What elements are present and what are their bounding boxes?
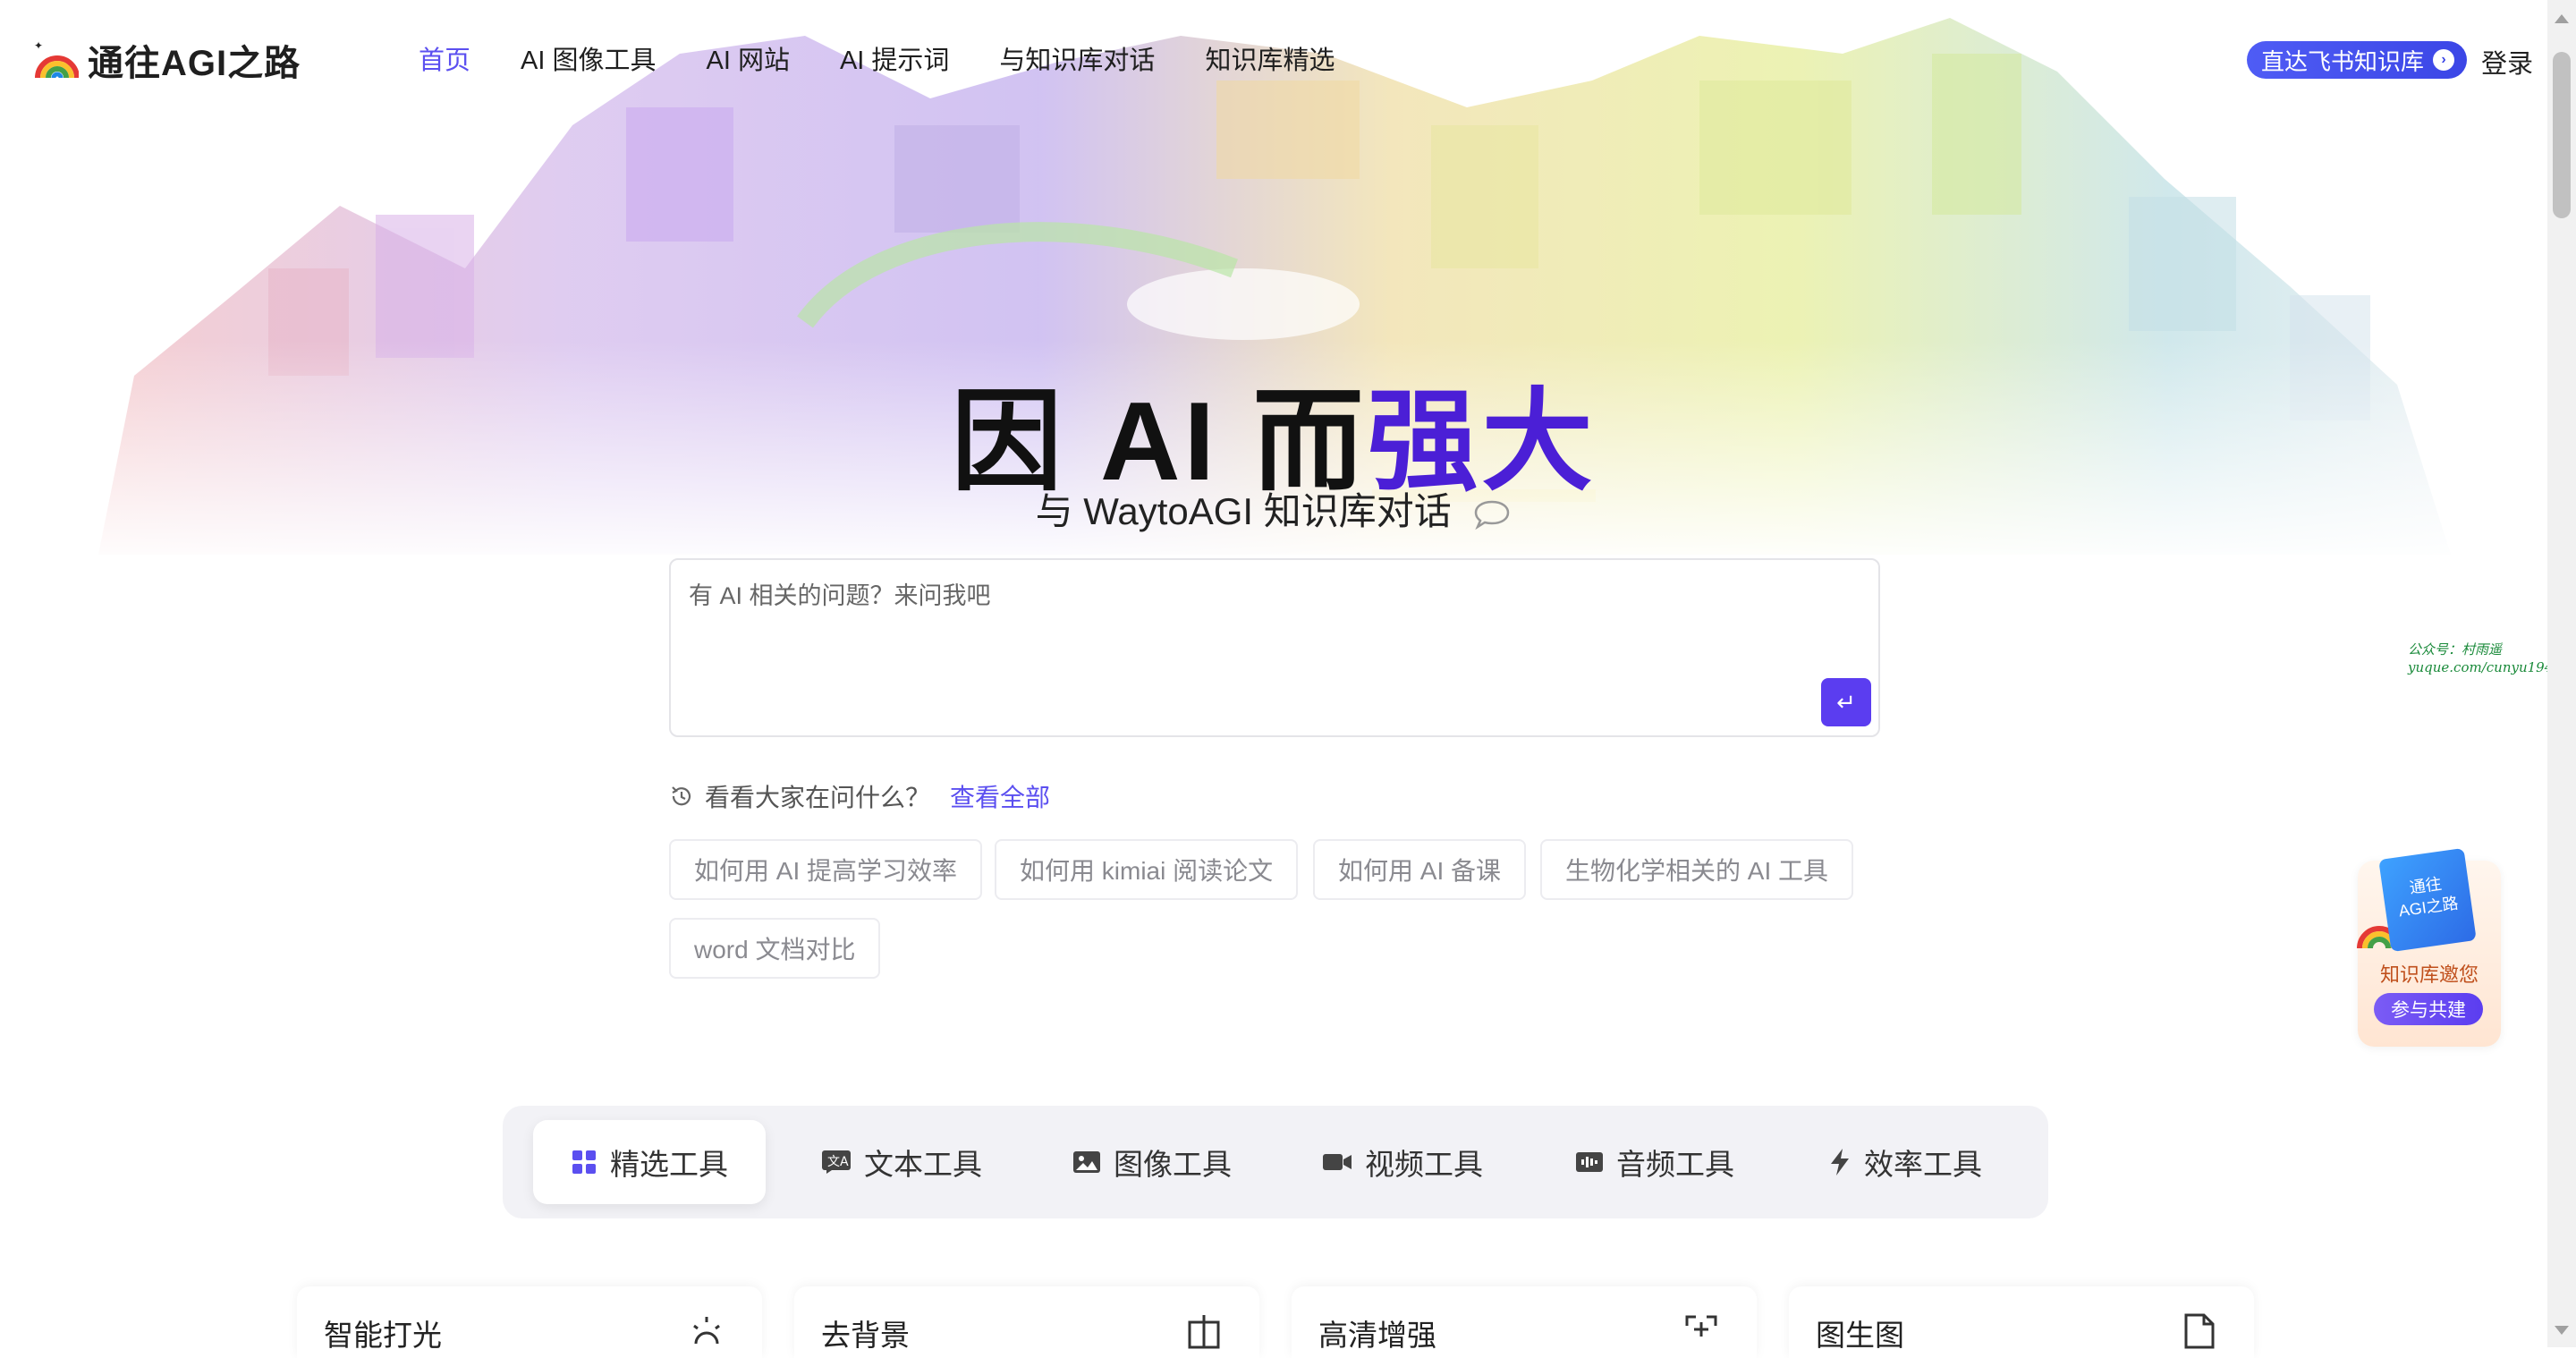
remove-bg-icon: [1188, 1315, 1220, 1349]
recent-label: 看看大家在问什么？: [705, 784, 931, 811]
tab-image-tools[interactable]: 图像工具: [1036, 1120, 1268, 1204]
scrollbar-thumb[interactable]: [2553, 52, 2571, 218]
nav-knowledge-picks[interactable]: 知识库精选: [1205, 39, 1335, 77]
see-all-link[interactable]: 查看全部: [950, 778, 1050, 814]
feishu-knowledge-button[interactable]: 直达飞书知识库 ›: [2247, 41, 2468, 79]
nav-ai-image-tools[interactable]: AI 图像工具: [521, 39, 656, 77]
rainbow-logo-icon: ✦: [34, 39, 79, 79]
tool-card-hd-enhance[interactable]: 高清增强: [1292, 1286, 1757, 1358]
recent-questions-row: 看看大家在问什么？ 查看全部: [669, 778, 1050, 814]
watermark: 公众号：村雨遥 yuque.com/cunyu1943: [2408, 641, 2562, 676]
send-button[interactable]: ↵: [1821, 678, 1871, 726]
tool-category-tabs: 精选工具 文A 文本工具 图像工具 视频工具 音频工具 效率工具: [503, 1106, 2048, 1218]
watermark-line: yuque.com/cunyu1943: [2408, 659, 2562, 675]
tab-label: 图像工具: [1114, 1148, 1232, 1181]
logo-text: 通往AGI之路: [88, 44, 301, 83]
tab-featured-tools[interactable]: 精选工具: [533, 1120, 766, 1204]
feishu-button-label: 直达飞书知识库: [2261, 47, 2425, 75]
suggested-question-chip[interactable]: 如何用 kimiai 阅读论文: [995, 839, 1299, 900]
nav-ai-prompts[interactable]: AI 提示词: [840, 39, 949, 77]
image-to-image-icon: [2184, 1313, 2215, 1349]
watermark-line: 公众号：村雨遥: [2408, 641, 2503, 658]
invite-contribute-widget[interactable]: 通往 AGI之路 知识库邀您 参与共建: [2357, 847, 2501, 1047]
suggested-question-chip[interactable]: word 文档对比: [669, 918, 881, 979]
question-box: ↵: [669, 558, 1880, 737]
suggested-question-chip[interactable]: 如何用 AI 备课: [1313, 839, 1527, 900]
light-icon: [693, 1317, 720, 1345]
hero-subtitle: 与 WaytoAGI 知识库对话: [0, 481, 2547, 536]
lightning-icon: [1831, 1149, 1849, 1176]
main-nav: 首页 AI 图像工具 AI 网站 AI 提示词 与知识库对话 知识库精选: [419, 39, 1385, 77]
svg-text:文A: 文A: [827, 1155, 849, 1169]
svg-text:✦: ✦: [34, 39, 43, 52]
suggested-question-chip[interactable]: 生物化学相关的 AI 工具: [1540, 839, 1854, 900]
tab-efficiency-tools[interactable]: 效率工具: [1789, 1120, 2021, 1204]
chat-bubble-icon: [1475, 500, 1510, 530]
tab-label: 音频工具: [1616, 1148, 1734, 1181]
invite-text: 知识库邀您: [2379, 963, 2479, 986]
site-logo[interactable]: ✦ 通往AGI之路: [32, 34, 301, 86]
suggested-question-chip[interactable]: 如何用 AI 提高学习效率: [669, 839, 983, 900]
book-icon: 通往 AGI之路: [2378, 847, 2477, 953]
card-title: 智能打光: [324, 1319, 442, 1352]
question-input[interactable]: [671, 560, 1878, 735]
tab-label: 视频工具: [1365, 1148, 1483, 1181]
scroll-up-icon[interactable]: [2555, 14, 2569, 23]
enter-icon: ↵: [1836, 688, 1856, 716]
book-text: 通往 AGI之路: [2397, 874, 2460, 921]
enhance-icon: [1685, 1315, 1717, 1337]
tab-label: 精选工具: [610, 1148, 728, 1181]
tab-audio-tools[interactable]: 音频工具: [1538, 1120, 1771, 1204]
nav-home[interactable]: 首页: [419, 39, 470, 77]
card-title: 高清增强: [1318, 1319, 1436, 1352]
tab-text-tools[interactable]: 文A 文本工具: [785, 1120, 1018, 1204]
hero-subtitle-text: 与 WaytoAGI 知识库对话: [1035, 490, 1452, 532]
arrow-right-icon: ›: [2433, 49, 2455, 71]
card-title: 去背景: [821, 1319, 910, 1352]
tab-label: 效率工具: [1864, 1148, 1982, 1181]
text-icon: 文A: [822, 1150, 851, 1174]
tab-label: 文本工具: [864, 1148, 982, 1181]
grid-icon: [572, 1150, 596, 1174]
login-link[interactable]: 登录: [2481, 43, 2533, 81]
history-icon: [672, 786, 691, 806]
audio-icon: [1576, 1152, 1603, 1172]
tab-video-tools[interactable]: 视频工具: [1286, 1120, 1519, 1204]
page-scrollbar[interactable]: [2547, 0, 2576, 1347]
card-title: 图生图: [1816, 1319, 1904, 1352]
tool-card-smart-lighting[interactable]: 智能打光: [297, 1286, 762, 1358]
video-icon: [1323, 1154, 1352, 1170]
tool-card-image-to-image[interactable]: 图生图: [1789, 1286, 2254, 1358]
contribute-button[interactable]: 参与共建: [2374, 993, 2483, 1025]
top-header: ✦ 通往AGI之路 首页 AI 图像工具 AI 网站 AI 提示词 与知识库对话…: [0, 0, 2547, 116]
tool-card-remove-background[interactable]: 去背景: [794, 1286, 1259, 1358]
nav-ai-sites[interactable]: AI 网站: [706, 39, 789, 77]
nav-chat-knowledge[interactable]: 与知识库对话: [999, 39, 1155, 77]
image-icon: [1073, 1151, 1100, 1173]
scroll-down-icon[interactable]: [2555, 1326, 2569, 1335]
